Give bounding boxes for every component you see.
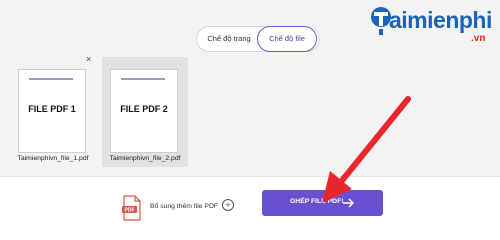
red-pointer-arrow-icon (322, 96, 411, 203)
taimienphi-logo: aimienphi .vn (371, 0, 500, 46)
pdf-file-icon: PDF (122, 195, 141, 221)
logo-t-icon (371, 7, 391, 35)
file-card[interactable]: FILE PDF 1 Taimienphivn_file_1.pdf (10, 57, 96, 167)
logo-text: aimienphi (389, 7, 492, 33)
pdf-thumbnail: FILE PDF 2 (110, 69, 178, 153)
file-card-selected[interactable]: FILE PDF 2 Taimienphivn_file_2.pdf (102, 57, 188, 167)
svg-text:PDF: PDF (125, 208, 135, 214)
file-mode-button[interactable]: Chế độ file (257, 26, 317, 52)
remove-file-icon[interactable]: × (86, 54, 91, 64)
file-name: Taimienphivn_file_2.pdf (109, 155, 181, 162)
file-workspace: Chế độ trang Chế độ file FILE PDF 1 Taim… (0, 0, 500, 176)
plus-circle-icon: + (222, 199, 234, 211)
app-window: Chế độ trang Chế độ file FILE PDF 1 Taim… (0, 0, 500, 233)
thumbnail-label: FILE PDF 2 (120, 104, 168, 114)
file-name: Taimienphivn_file_1.pdf (17, 155, 89, 162)
action-bar (0, 176, 500, 233)
page-mode-button[interactable]: Chế độ trang (201, 27, 257, 51)
thumbnail-label: FILE PDF 1 (28, 104, 76, 114)
add-more-label: Bổ sung thêm file PDF (150, 203, 218, 210)
thumbnail-header-line (29, 78, 73, 80)
logo-suffix: .vn (471, 33, 486, 44)
pdf-thumbnail: FILE PDF 1 (18, 69, 86, 153)
view-mode-toggle: Chế độ trang Chế độ file (196, 26, 320, 52)
thumbnail-header-line (121, 78, 165, 80)
